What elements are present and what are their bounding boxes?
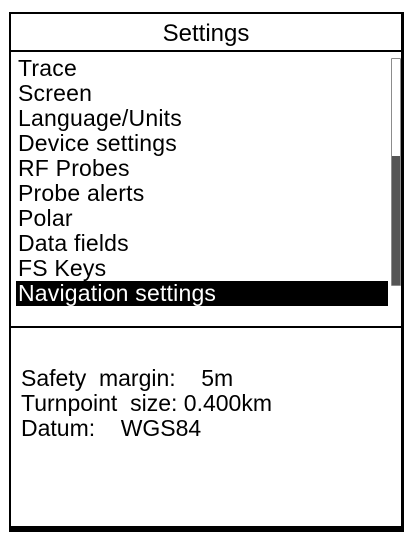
section-divider: [11, 326, 401, 328]
scrollbar-thumb[interactable]: [392, 156, 400, 285]
menu-item-screen[interactable]: Screen: [16, 81, 388, 106]
menu-scrollbar[interactable]: [391, 58, 401, 286]
datum-row: Datum: WGS84: [21, 416, 272, 441]
menu-item-rf-probes[interactable]: RF Probes: [16, 156, 388, 181]
datum-label: Datum:: [21, 415, 96, 441]
menu-item-polar[interactable]: Polar: [16, 206, 388, 231]
settings-screen: Settings Trace Screen Language/Units Dev…: [9, 12, 404, 532]
menu-item-probe-alerts[interactable]: Probe alerts: [16, 181, 388, 206]
datum-value: WGS84: [120, 415, 202, 441]
settings-menu: Trace Screen Language/Units Device setti…: [16, 56, 388, 306]
menu-item-data-fields[interactable]: Data fields: [16, 231, 388, 256]
menu-item-fs-keys[interactable]: FS Keys: [16, 256, 388, 281]
navigation-settings-details: Safety margin: 5m Turnpoint size: 0.400k…: [21, 366, 272, 441]
menu-item-trace[interactable]: Trace: [16, 56, 388, 81]
safety-margin-label: Safety margin:: [21, 365, 176, 391]
turnpoint-size-label: Turnpoint size:: [21, 390, 178, 416]
turnpoint-size-row: Turnpoint size: 0.400km: [21, 391, 272, 416]
menu-item-language-units[interactable]: Language/Units: [16, 106, 388, 131]
title-divider: [11, 50, 401, 52]
turnpoint-size-value: 0.400km: [183, 390, 272, 416]
menu-item-navigation-settings[interactable]: Navigation settings: [16, 281, 388, 306]
page-title: Settings: [162, 20, 250, 47]
safety-margin-value: 5m: [201, 365, 234, 391]
safety-margin-row: Safety margin: 5m: [21, 366, 272, 391]
menu-item-device-settings[interactable]: Device settings: [16, 131, 388, 156]
